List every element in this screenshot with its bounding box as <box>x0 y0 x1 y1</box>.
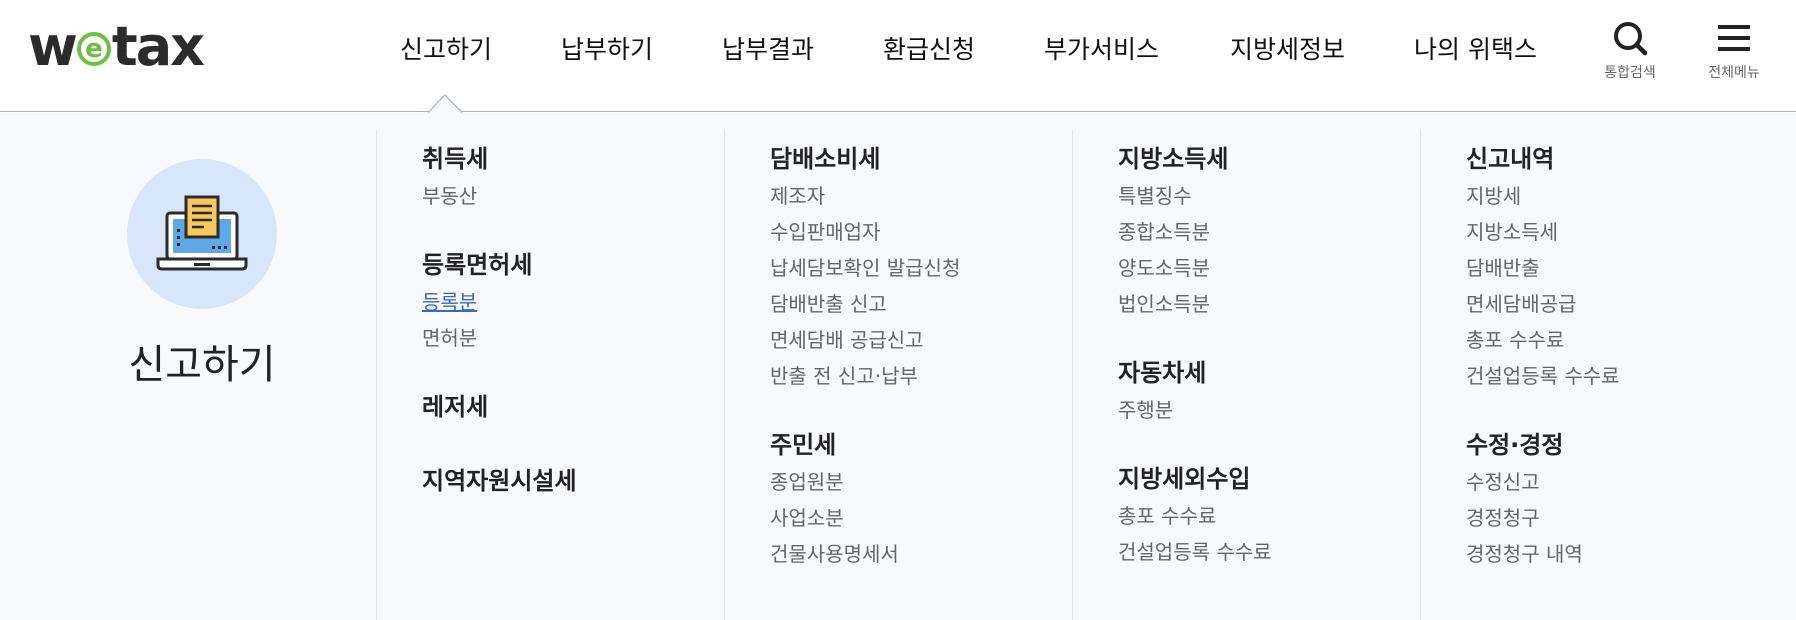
menu-item-manufacturer[interactable]: 제조자 <box>770 178 1090 214</box>
menu-column-4: 신고내역 지방세 지방소득세 담배반출 면세담배공급 총포 수수료 건설업등록 … <box>1466 140 1786 572</box>
menu-group-resident-tax[interactable]: 주민세 <box>770 426 1090 464</box>
laptop-document-icon <box>156 195 248 271</box>
logo-tax: tax <box>111 14 205 78</box>
menu-item-history-construction-fee[interactable]: 건설업등록 수수료 <box>1466 358 1786 394</box>
logo-w: w <box>28 14 78 78</box>
menu-group-non-tax-revenue[interactable]: 지방세외수입 <box>1118 460 1438 498</box>
panel-title: 신고하기 <box>128 342 276 388</box>
menu-item-history-tobacco-shipment[interactable]: 담배반출 <box>1466 250 1786 286</box>
report-illustration <box>127 159 277 309</box>
menu-item-global-income[interactable]: 종합소득분 <box>1118 214 1438 250</box>
menu-group-automobile-tax[interactable]: 자동차세 <box>1118 354 1438 392</box>
menu-group-registration-license-tax[interactable]: 등록면허세 <box>422 246 742 284</box>
menu-item-special-withholding[interactable]: 특별징수 <box>1118 178 1438 214</box>
nav-report[interactable]: 신고하기 <box>400 30 492 66</box>
menu-item-importer-seller[interactable]: 수입판매업자 <box>770 214 1090 250</box>
menu-item-driving-portion[interactable]: 주행분 <box>1118 392 1438 428</box>
hamburger-menu-icon <box>1694 18 1774 58</box>
menu-group-regional-resource-facility-tax[interactable]: 지역자원시설세 <box>422 462 742 500</box>
menu-item-real-estate[interactable]: 부동산 <box>422 178 742 214</box>
menu-group-report-history[interactable]: 신고내역 <box>1466 140 1786 178</box>
menu-column-2: 담배소비세 제조자 수입판매업자 납세담보확인 발급신청 담배반출 신고 면세담… <box>770 140 1090 572</box>
menu-group-acquisition-tax[interactable]: 취득세 <box>422 140 742 178</box>
menu-item-pre-shipment-report-payment[interactable]: 반출 전 신고·납부 <box>770 358 1090 394</box>
menu-group-tobacco-consumption-tax[interactable]: 담배소비세 <box>770 140 1090 178</box>
menu-item-business-place-portion[interactable]: 사업소분 <box>770 500 1090 536</box>
menu-item-building-use-statement[interactable]: 건물사용명세서 <box>770 536 1090 572</box>
nav-local-tax-info[interactable]: 지방세정보 <box>1230 30 1345 66</box>
menu-item-history-firearm-fee[interactable]: 총포 수수료 <box>1466 322 1786 358</box>
all-menu-label: 전체메뉴 <box>1708 65 1760 81</box>
menu-item-license[interactable]: 면허분 <box>422 320 742 356</box>
menu-column-3: 지방소득세 특별징수 종합소득분 양도소득분 법인소득분 자동차세 주행분 지방… <box>1118 140 1438 570</box>
menu-item-amended-return[interactable]: 수정신고 <box>1466 464 1786 500</box>
menu-item-registration[interactable]: 등록분 <box>422 284 742 320</box>
menu-item-corporate-income[interactable]: 법인소득분 <box>1118 286 1438 322</box>
menu-item-tax-security-confirmation[interactable]: 납세담보확인 발급신청 <box>770 250 1090 286</box>
menu-item-dutyfree-tobacco-supply[interactable]: 면세담배 공급신고 <box>770 322 1090 358</box>
top-header: w e tax 신고하기 납부하기 납부결과 환급신청 부가서비스 지방세정보 나의… <box>0 0 1796 113</box>
nav-refund[interactable]: 환급신청 <box>883 30 975 66</box>
nav-extra-services[interactable]: 부가서비스 <box>1044 30 1159 66</box>
wetax-logo[interactable]: w e tax <box>28 15 205 78</box>
menu-item-employee-portion[interactable]: 종업원분 <box>770 464 1090 500</box>
menu-item-history-local-income-tax[interactable]: 지방소득세 <box>1466 214 1786 250</box>
menu-group-leisure-tax[interactable]: 레저세 <box>422 388 742 426</box>
column-divider <box>376 130 377 620</box>
active-nav-caret-icon <box>428 94 462 113</box>
nav-pay[interactable]: 납부하기 <box>561 30 653 66</box>
menu-group-amend-correction[interactable]: 수정·경정 <box>1466 426 1786 464</box>
menu-item-history-dutyfree-tobacco[interactable]: 면세담배공급 <box>1466 286 1786 322</box>
menu-column-1: 취득세 부동산 등록면허세 등록분 면허분 레저세 지역자원시설세 <box>422 140 742 500</box>
menu-item-construction-registration-fee[interactable]: 건설업등록 수수료 <box>1118 534 1438 570</box>
menu-item-transfer-income[interactable]: 양도소득분 <box>1118 250 1438 286</box>
menu-item-history-local-tax[interactable]: 지방세 <box>1466 178 1786 214</box>
search-icon <box>1590 18 1670 58</box>
menu-item-correction-claim-history[interactable]: 경정청구 내역 <box>1466 536 1786 572</box>
search-label: 통합검색 <box>1604 65 1656 81</box>
logo-e-circle: e <box>76 32 111 66</box>
all-menu-button[interactable]: 전체메뉴 <box>1694 18 1774 82</box>
menu-item-tobacco-shipment-report[interactable]: 담배반출 신고 <box>770 286 1090 322</box>
menu-group-local-income-tax[interactable]: 지방소득세 <box>1118 140 1438 178</box>
search-button[interactable]: 통합검색 <box>1590 18 1670 82</box>
nav-pay-result[interactable]: 납부결과 <box>722 30 814 66</box>
menu-item-firearm-fee[interactable]: 총포 수수료 <box>1118 498 1438 534</box>
nav-my-wetax[interactable]: 나의 위택스 <box>1414 30 1537 66</box>
menu-item-correction-claim[interactable]: 경정청구 <box>1466 500 1786 536</box>
